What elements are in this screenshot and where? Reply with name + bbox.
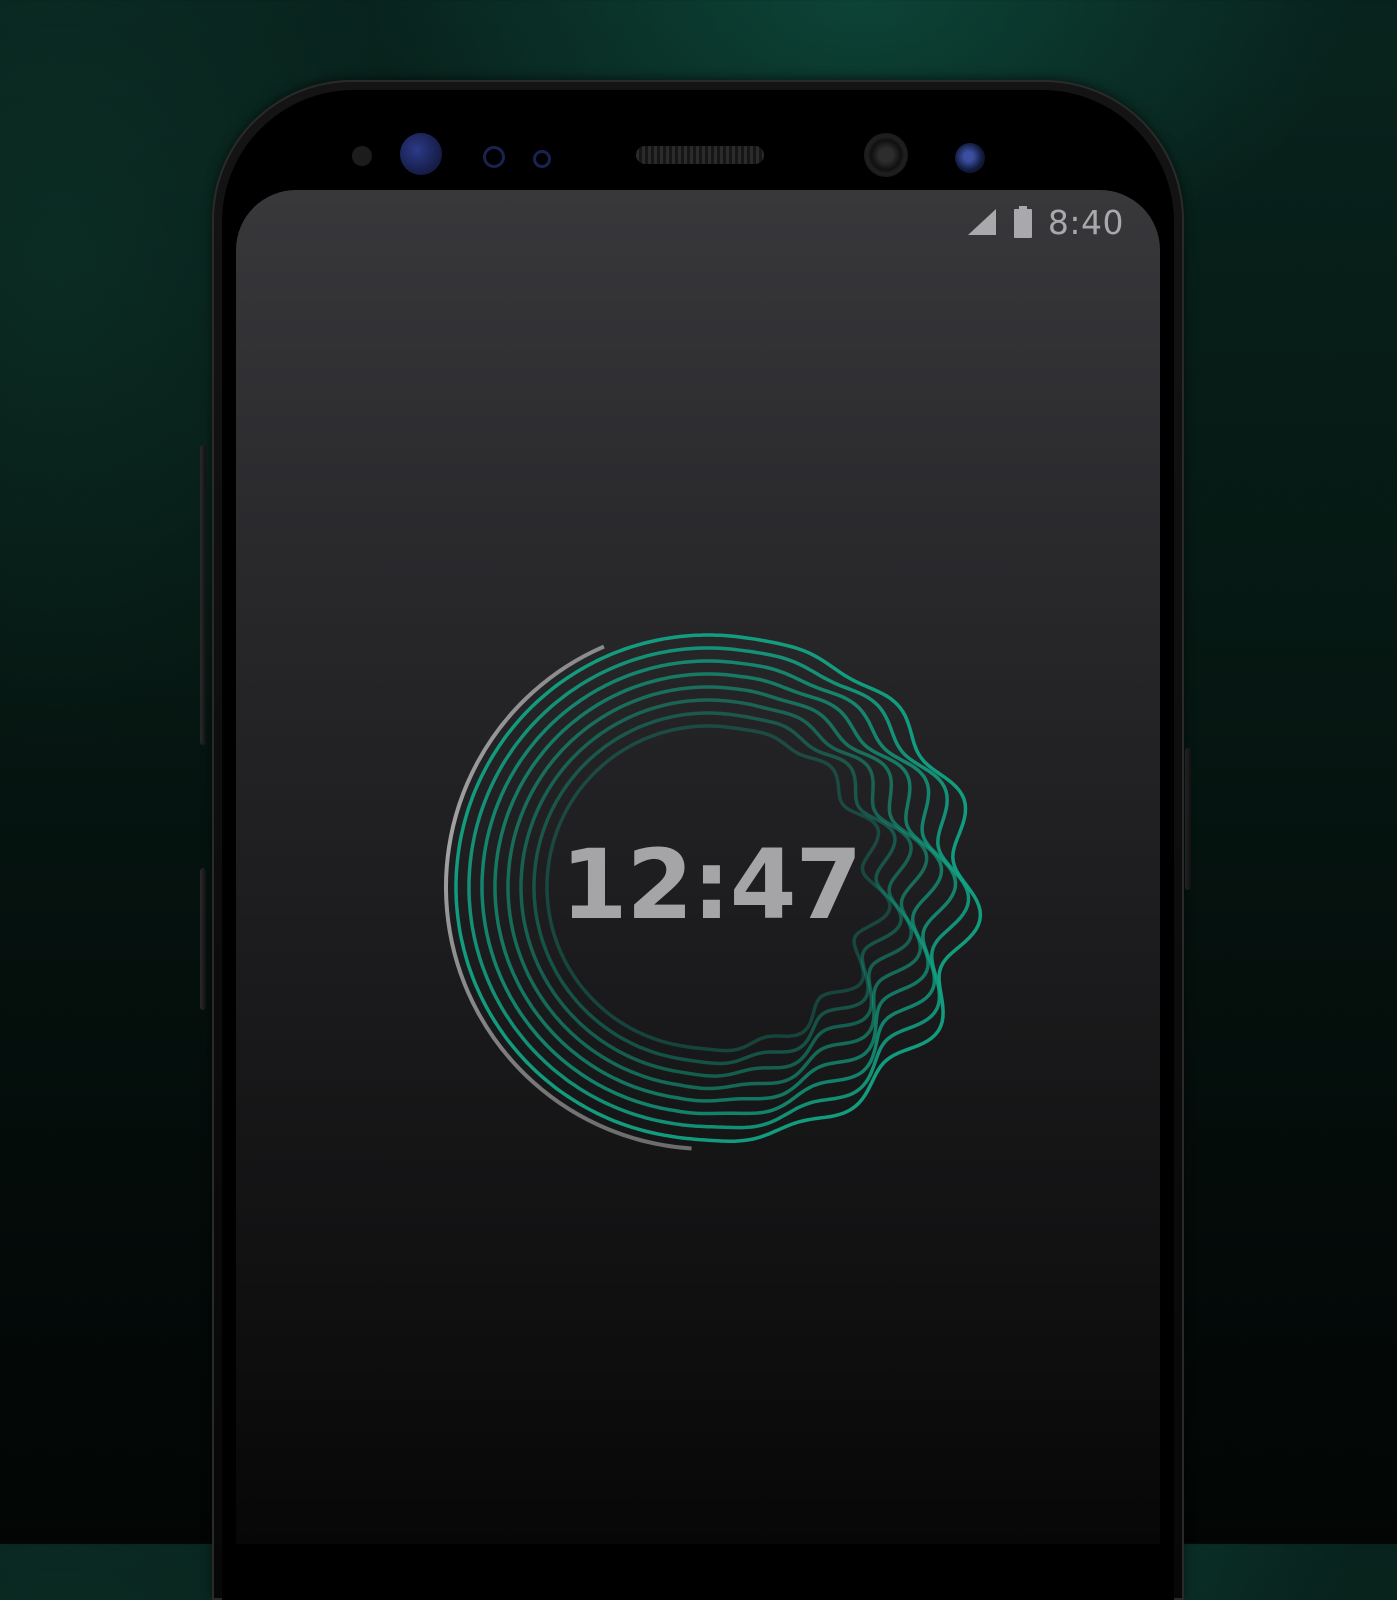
battery-icon (1012, 205, 1034, 239)
clock-time: 12:47 (560, 829, 863, 941)
bixby-button (200, 868, 206, 1010)
front-flash (955, 143, 985, 173)
signal-icon (966, 207, 998, 237)
earpiece-speaker (636, 146, 764, 164)
proximity-sensor (352, 146, 372, 166)
clock-widget[interactable]: 12:47 (426, 605, 986, 1165)
front-camera (864, 133, 908, 177)
phone-screen: 8:40 12:47 (236, 190, 1160, 1544)
power-button (1185, 748, 1191, 890)
status-time: 8:40 (1047, 202, 1124, 242)
ir-sensor (533, 150, 551, 168)
light-sensor (483, 146, 505, 168)
status-bar: 8:40 (966, 200, 1124, 244)
volume-button (200, 445, 206, 745)
iris-scanner (400, 133, 442, 175)
